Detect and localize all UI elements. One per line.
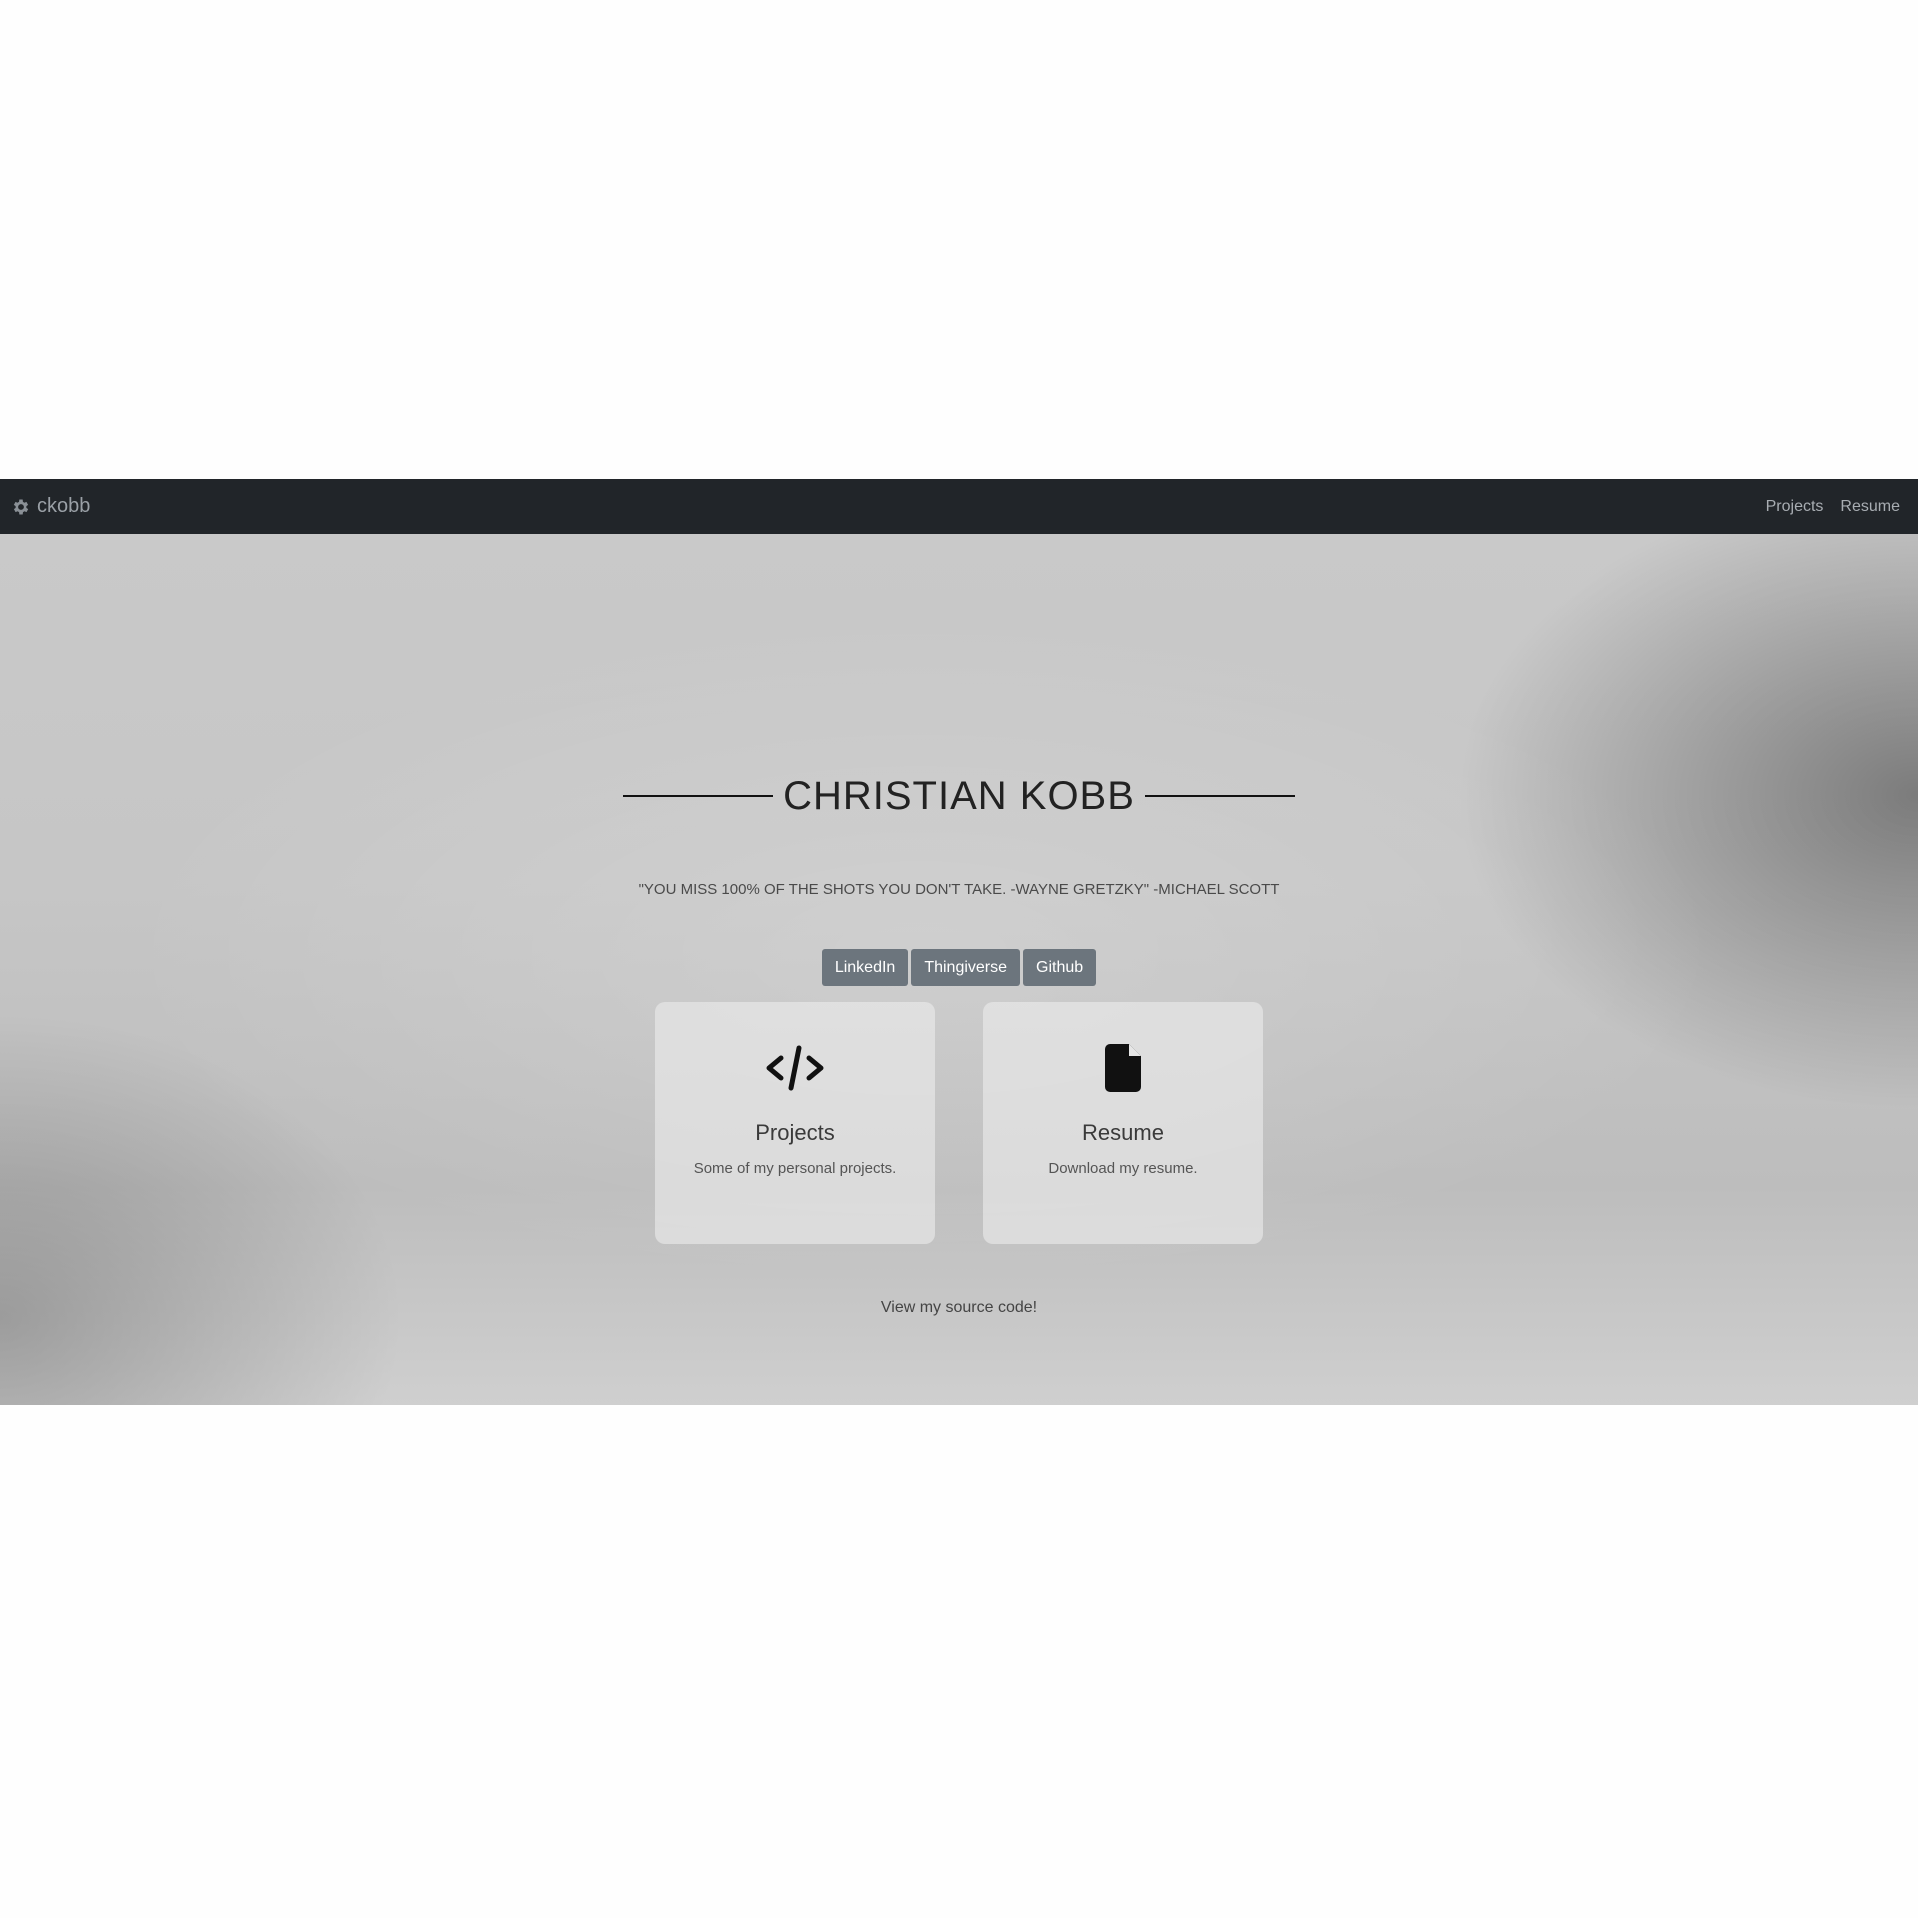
linkedin-button[interactable]: LinkedIn	[821, 949, 909, 986]
code-icon	[765, 1044, 825, 1092]
social-buttons: LinkedIn Thingiverse Github	[0, 949, 1918, 986]
brand-label: ckobb	[37, 495, 91, 517]
hero-section: CHRISTIAN KOBB "YOU MISS 100% OF THE SHO…	[0, 534, 1918, 1405]
nav-links: Projects Resume	[1766, 498, 1900, 516]
browser-viewport: ckobb Projects Resume CHRISTIAN KOBB "YO…	[0, 479, 1918, 1405]
resume-card-description: Download my resume.	[1048, 1160, 1198, 1177]
thingiverse-button[interactable]: Thingiverse	[911, 949, 1021, 986]
title-divider-right	[1144, 795, 1295, 797]
title-divider-left	[623, 795, 774, 797]
gear-icon	[11, 497, 31, 517]
nav-link-projects[interactable]: Projects	[1766, 498, 1824, 516]
page-title: CHRISTIAN KOBB	[783, 774, 1135, 818]
resume-card[interactable]: Resume Download my resume.	[983, 1002, 1263, 1244]
projects-card-description: Some of my personal projects.	[693, 1160, 897, 1177]
navbar: ckobb Projects Resume	[0, 479, 1918, 534]
github-button[interactable]: Github	[1023, 949, 1097, 986]
card-row: Projects Some of my personal projects. R…	[0, 1002, 1918, 1244]
projects-card[interactable]: Projects Some of my personal projects.	[655, 1002, 935, 1244]
resume-card-title: Resume	[1082, 1120, 1164, 1145]
brand-link[interactable]: ckobb	[11, 495, 90, 518]
nav-link-resume[interactable]: Resume	[1840, 498, 1900, 516]
source-code-link[interactable]: View my source code!	[0, 1299, 1918, 1317]
title-row: CHRISTIAN KOBB	[0, 776, 1918, 816]
file-icon	[1105, 1044, 1141, 1092]
quote-text: "YOU MISS 100% OF THE SHOTS YOU DON'T TA…	[638, 881, 1280, 898]
projects-card-title: Projects	[755, 1120, 835, 1145]
